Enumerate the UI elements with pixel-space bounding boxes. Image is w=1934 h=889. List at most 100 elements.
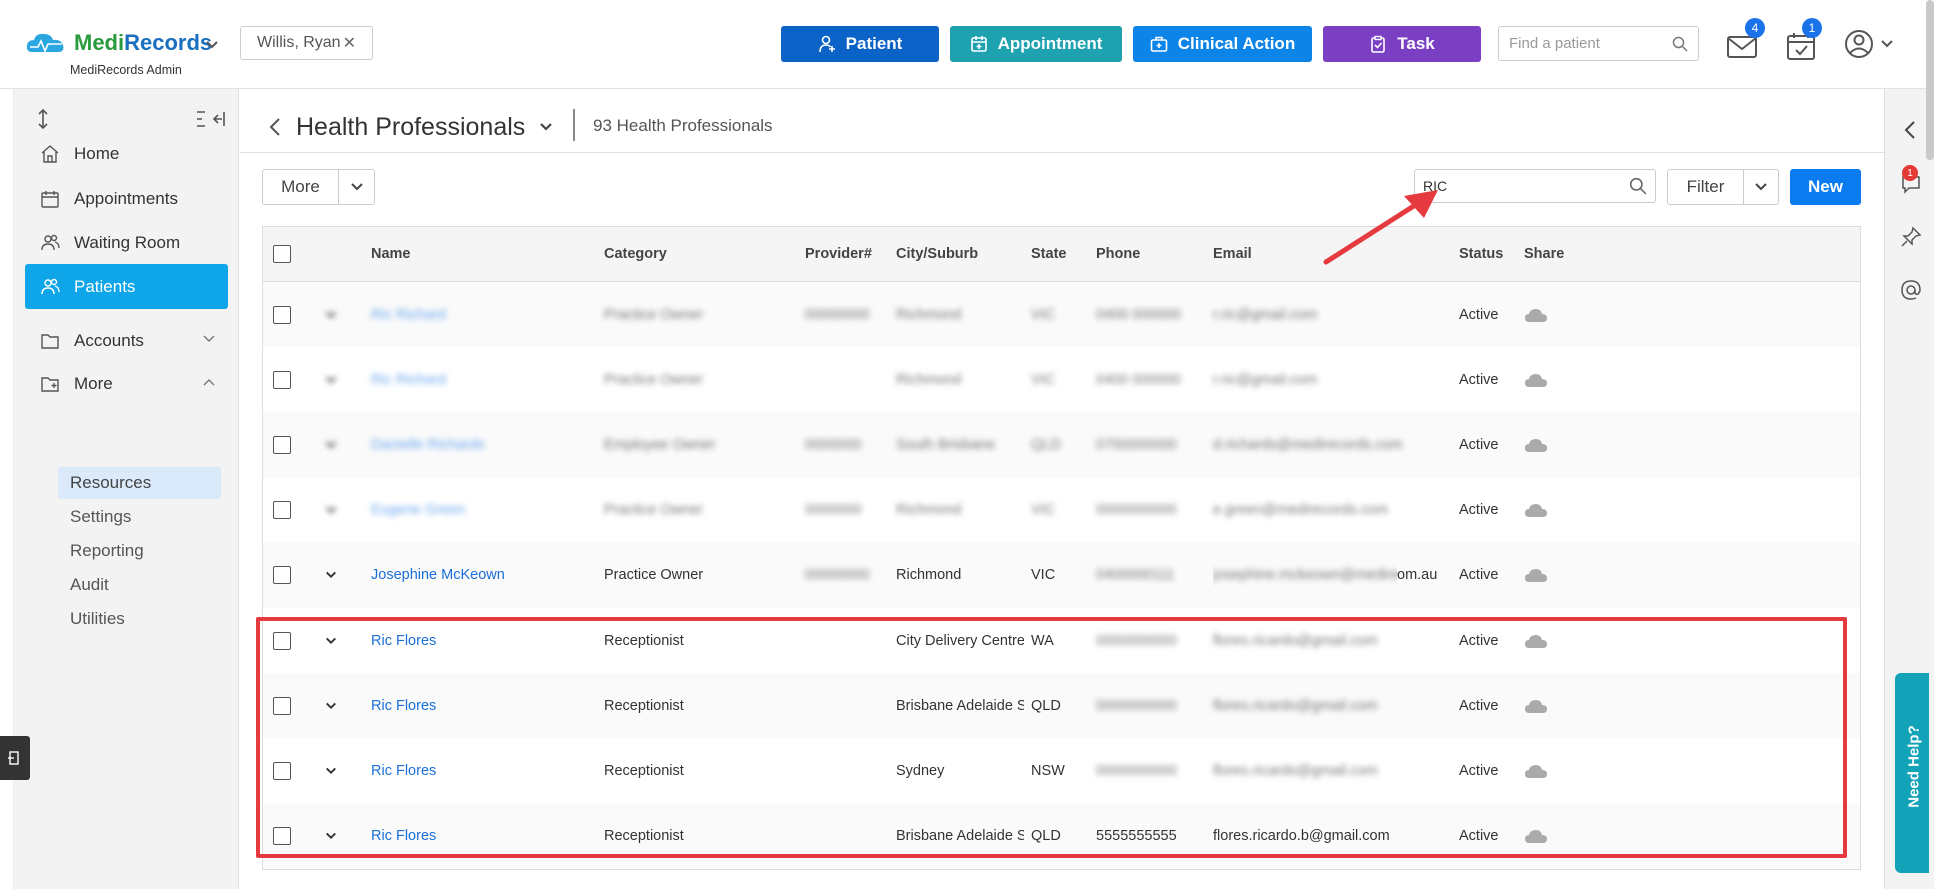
row-checkbox[interactable] (273, 566, 291, 585)
row-expand-chevron-icon[interactable] (325, 543, 339, 608)
city-cell: Richmond (896, 502, 962, 519)
user-account-icon[interactable] (1844, 29, 1904, 59)
table-row[interactable]: Josephine McKeown Practice Owner 00000000 R… (263, 542, 1860, 608)
calendar-icon (41, 190, 59, 208)
column-header-name[interactable]: Name (371, 227, 411, 281)
sidebar-subitem-settings[interactable]: Settings (58, 501, 221, 533)
name-link[interactable]: Eugene Green (371, 478, 465, 543)
sidebar-subitem-reporting[interactable]: Reporting (58, 535, 221, 567)
email-visible-part: om.au (1397, 567, 1438, 584)
name-link[interactable]: Danielle Richards (371, 412, 485, 477)
share-cloud-icon[interactable] (1524, 347, 1548, 412)
chevron-up-icon (203, 379, 215, 386)
row-checkbox[interactable] (273, 370, 291, 389)
collapse-sidebar-icon (197, 111, 225, 127)
filter-label[interactable]: Filter (1668, 170, 1744, 204)
page-title[interactable]: Health Professionals (296, 113, 525, 142)
brand-logo[interactable]: MediRecords (24, 30, 212, 56)
sidebar-item-label: Home (74, 143, 120, 163)
title-divider (573, 109, 575, 141)
city-cell: Richmond (896, 371, 962, 388)
select-all-checkbox[interactable] (273, 245, 291, 263)
sidebar-subitem-utilities[interactable]: Utilities (58, 603, 221, 635)
more-actions-dropdown[interactable] (339, 170, 374, 204)
name-link[interactable]: Josephine McKeown (371, 543, 505, 608)
more-actions-label[interactable]: More (263, 170, 339, 204)
row-expand-chevron-icon[interactable] (325, 412, 339, 477)
row-checkbox[interactable] (273, 501, 291, 520)
table-row[interactable]: Ric Richard Practice Owner Richmond VIC 0400… (263, 347, 1860, 412)
close-icon[interactable]: ✕ (343, 33, 356, 53)
sidebar-item-accounts[interactable]: Accounts (25, 318, 228, 363)
column-header-share[interactable]: Share (1524, 227, 1564, 281)
row-select-cell (273, 412, 291, 477)
share-cloud-icon[interactable] (1524, 282, 1548, 347)
more-actions-button[interactable]: More (262, 169, 375, 205)
chevron-left-icon[interactable] (1900, 119, 1922, 141)
name-link[interactable]: Ric Richard (371, 282, 446, 347)
professionals-search-input[interactable] (1423, 178, 1623, 194)
sidebar-item-appointments[interactable]: Appointments (25, 176, 228, 221)
row-checkbox[interactable] (273, 305, 291, 324)
search-icon[interactable] (1629, 177, 1647, 195)
share-cloud-icon[interactable] (1524, 543, 1548, 608)
email-cell: r.ric@gmail.com (1213, 371, 1318, 388)
column-header-state[interactable]: State (1031, 227, 1066, 281)
annotation-arrow (1323, 190, 1438, 265)
share-cloud-icon[interactable] (1524, 478, 1548, 543)
row-checkbox[interactable] (273, 435, 291, 454)
find-patient-input[interactable]: Find a patient (1498, 26, 1699, 61)
sidebar-item-home[interactable]: Home (25, 131, 228, 176)
new-appointment-button[interactable]: Appointment (950, 26, 1122, 62)
scrollbar[interactable] (1926, 0, 1934, 160)
back-arrow-icon[interactable] (268, 116, 282, 138)
drawer-icon (8, 751, 19, 765)
new-patient-button[interactable]: Patient (781, 26, 939, 62)
column-header-city[interactable]: City/Suburb (896, 227, 978, 281)
provider-cell: 00000000 (805, 567, 870, 584)
clipboard-check-icon (1371, 35, 1386, 53)
sidebar-item-waiting-room[interactable]: Waiting Room (25, 220, 228, 265)
table-row[interactable]: Danielle Richards Employee Owner 0000000 So… (263, 412, 1860, 478)
new-professional-button[interactable]: New (1790, 169, 1861, 205)
provider-cell: 00000000 (805, 306, 870, 323)
column-header-status[interactable]: Status (1459, 227, 1503, 281)
row-select-cell (273, 282, 291, 347)
sidebar-item-patients[interactable]: Patients (25, 264, 228, 309)
search-icon[interactable] (1672, 36, 1688, 52)
need-help-tab[interactable]: Need Help? (1895, 673, 1929, 873)
filter-dropdown[interactable] (1744, 170, 1778, 204)
column-header-phone[interactable]: Phone (1096, 227, 1140, 281)
at-mention-icon[interactable] (1900, 279, 1922, 301)
brand-chevron-down-icon[interactable] (205, 38, 219, 55)
phone-cell: 0400 000000 (1096, 306, 1181, 323)
filter-button[interactable]: Filter (1667, 169, 1779, 205)
status-cell: Active (1459, 371, 1499, 388)
row-expand-chevron-icon[interactable] (325, 282, 339, 347)
sidebar-item-label: Accounts (74, 330, 144, 350)
clinical-action-button[interactable]: Clinical Action (1133, 26, 1312, 62)
row-expand-chevron-icon[interactable] (325, 347, 339, 412)
new-task-button[interactable]: Task (1323, 26, 1481, 62)
side-drawer-tab[interactable] (0, 736, 30, 780)
select-all-cell (273, 227, 291, 281)
name-link[interactable]: Ric Richard (371, 347, 446, 412)
sidebar-item-more[interactable]: More (25, 361, 228, 406)
column-header-provider[interactable]: Provider# (805, 227, 872, 281)
table-row[interactable]: Eugene Green Practice Owner 0000000 Richmon… (263, 478, 1860, 543)
calendar-plus-icon (970, 36, 987, 52)
sidebar-subitem-audit[interactable]: Audit (58, 569, 221, 601)
category-cell: Practice Owner (604, 371, 704, 388)
pin-icon[interactable] (1900, 226, 1922, 248)
table-row[interactable]: Ric Richard Practice Owner 00000000 Richmon… (263, 282, 1860, 348)
sidebar-item-label: Appointments (74, 188, 178, 208)
professionals-search-box[interactable] (1414, 169, 1656, 203)
chevron-down-icon[interactable] (539, 120, 553, 134)
share-cloud-icon[interactable] (1524, 412, 1548, 477)
column-header-email[interactable]: Email (1213, 227, 1252, 281)
sidebar-subitem-resources[interactable]: Resources (58, 467, 221, 499)
column-header-category[interactable]: Category (604, 227, 667, 281)
current-patient-chip[interactable]: Willis, Ryan ✕ (240, 26, 373, 60)
row-expand-chevron-icon[interactable] (325, 478, 339, 543)
cloud-logo-icon (26, 33, 64, 54)
